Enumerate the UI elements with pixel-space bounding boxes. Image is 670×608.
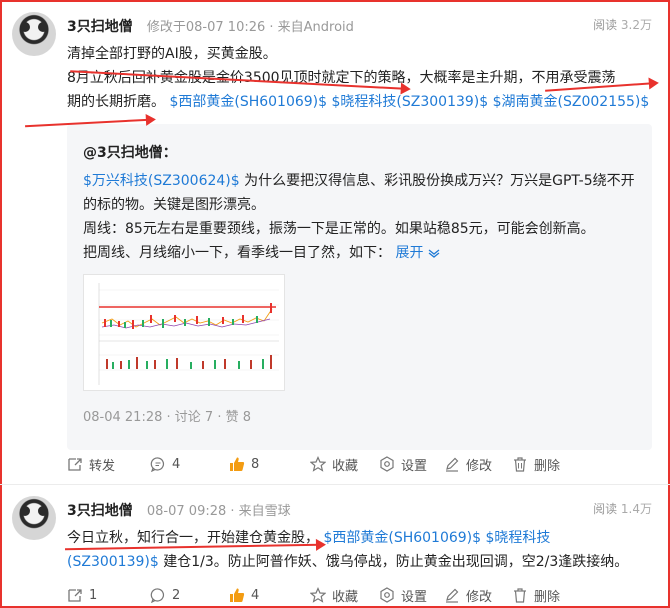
chart-thumbnail[interactable] bbox=[83, 274, 285, 391]
delete-button[interactable]: 删除 bbox=[512, 584, 560, 606]
post-line: 期的长期折磨。 $西部黄金(SH601069)$ $晓程科技(SZ300139)… bbox=[67, 94, 650, 110]
pencil-icon bbox=[446, 588, 459, 603]
like-button[interactable]: 4 bbox=[229, 584, 259, 606]
post-meta: 08-07 09:28 · 来自雪球 bbox=[146, 504, 291, 519]
stock-link[interactable]: $湖南黄金(SZ002155)$ bbox=[493, 94, 650, 110]
username[interactable]: 3只扫地僧 bbox=[67, 19, 133, 35]
delete-button[interactable]: 删除 bbox=[512, 453, 560, 475]
quoted-footer: 08-04 21:28 · 讨论 7 · 赞 8 bbox=[83, 410, 251, 425]
post-divider bbox=[0, 484, 670, 485]
chevron-down-icon bbox=[428, 249, 440, 258]
avatar[interactable] bbox=[12, 12, 56, 56]
post-body: 今日立秋，知行合一，开始建仓黄金股， $西部黄金(SH601069)$ $晓程科… bbox=[67, 530, 629, 570]
quoted-likes[interactable]: 赞 8 bbox=[226, 410, 251, 425]
expand-link[interactable]: 展开 bbox=[395, 245, 440, 261]
comment-icon bbox=[150, 588, 164, 603]
repost-button[interactable]: 1 bbox=[67, 584, 97, 606]
avatar[interactable] bbox=[12, 496, 56, 540]
quoted-comments[interactable]: 讨论 7 bbox=[175, 410, 213, 425]
stock-link[interactable]: $西部黄金(SH601069)$ bbox=[169, 94, 327, 110]
star-icon bbox=[310, 456, 326, 472]
post-meta: 修改于08-07 10:26 · 来自Android bbox=[146, 20, 354, 35]
settings-button[interactable]: 设置 bbox=[379, 453, 427, 475]
favorite-button[interactable]: 收藏 bbox=[310, 584, 358, 606]
read-count: 阅读 3.2万 bbox=[593, 18, 652, 32]
stock-link[interactable]: $西部黄金(SH601069)$ bbox=[323, 530, 481, 546]
post-card: 3只扫地僧 修改于08-07 10:26 · 来自Android 阅读 3.2万… bbox=[12, 12, 652, 480]
comment-button[interactable]: 2 bbox=[150, 584, 180, 606]
quoted-body: $万兴科技(SZ300624)$ 为什么要把汉得信息、彩讯股份换成万兴？万兴是G… bbox=[83, 173, 635, 261]
username[interactable]: 3只扫地僧 bbox=[67, 503, 133, 519]
star-icon bbox=[310, 587, 326, 603]
thumbs-up-icon bbox=[230, 457, 245, 471]
like-button[interactable]: 8 bbox=[229, 453, 259, 475]
post-body: 清掉全部打野的AI股，买黄金股。 8月立秋后回补黄金股是金价3500见顶时就定下… bbox=[67, 42, 652, 114]
favorite-button[interactable]: 收藏 bbox=[310, 453, 358, 475]
pencil-icon bbox=[446, 457, 459, 472]
settings-button[interactable]: 设置 bbox=[379, 584, 427, 606]
trash-icon bbox=[514, 588, 526, 603]
stock-chart-image bbox=[84, 275, 284, 390]
quoted-date: 08-04 21:28 bbox=[83, 410, 163, 425]
gear-icon bbox=[380, 587, 394, 603]
post-header: 3只扫地僧 08-07 09:28 · 来自雪球 阅读 1.4万 bbox=[67, 500, 652, 519]
post-line: 清掉全部打野的AI股，买黄金股。 bbox=[67, 46, 277, 62]
edit-button[interactable]: 修改 bbox=[444, 584, 492, 606]
stock-link[interactable]: (SZ300139)$ bbox=[67, 554, 159, 570]
stock-link[interactable]: $晓程科技 bbox=[486, 530, 551, 546]
repost-button[interactable]: 转发 bbox=[67, 453, 115, 475]
thumbs-up-icon bbox=[230, 588, 245, 602]
comment-icon bbox=[150, 457, 164, 472]
comment-button[interactable]: 4 bbox=[150, 453, 180, 475]
read-count: 阅读 1.4万 bbox=[593, 502, 652, 516]
share-icon bbox=[68, 589, 82, 602]
quoted-post[interactable]: @3只扫地僧： $万兴科技(SZ300624)$ 为什么要把汉得信息、彩讯股份换… bbox=[67, 124, 652, 450]
post-header: 3只扫地僧 修改于08-07 10:26 · 来自Android 阅读 3.2万 bbox=[67, 16, 652, 35]
trash-icon bbox=[514, 457, 526, 472]
stock-link[interactable]: $万兴科技(SZ300624)$ bbox=[83, 173, 240, 189]
post-card: 3只扫地僧 08-07 09:28 · 来自雪球 阅读 1.4万 今日立秋，知行… bbox=[12, 496, 652, 606]
action-bar: 转发 4 8 收藏 设置 修改 删除 bbox=[67, 453, 652, 475]
edit-button[interactable]: 修改 bbox=[444, 453, 492, 475]
action-bar: 1 2 4 收藏 设置 修改 删除 bbox=[67, 584, 652, 606]
gear-icon bbox=[380, 456, 394, 472]
share-icon bbox=[68, 458, 82, 471]
quoted-author[interactable]: @3只扫地僧： bbox=[83, 142, 177, 162]
stock-link[interactable]: $晓程科技(SZ300139)$ bbox=[332, 94, 489, 110]
